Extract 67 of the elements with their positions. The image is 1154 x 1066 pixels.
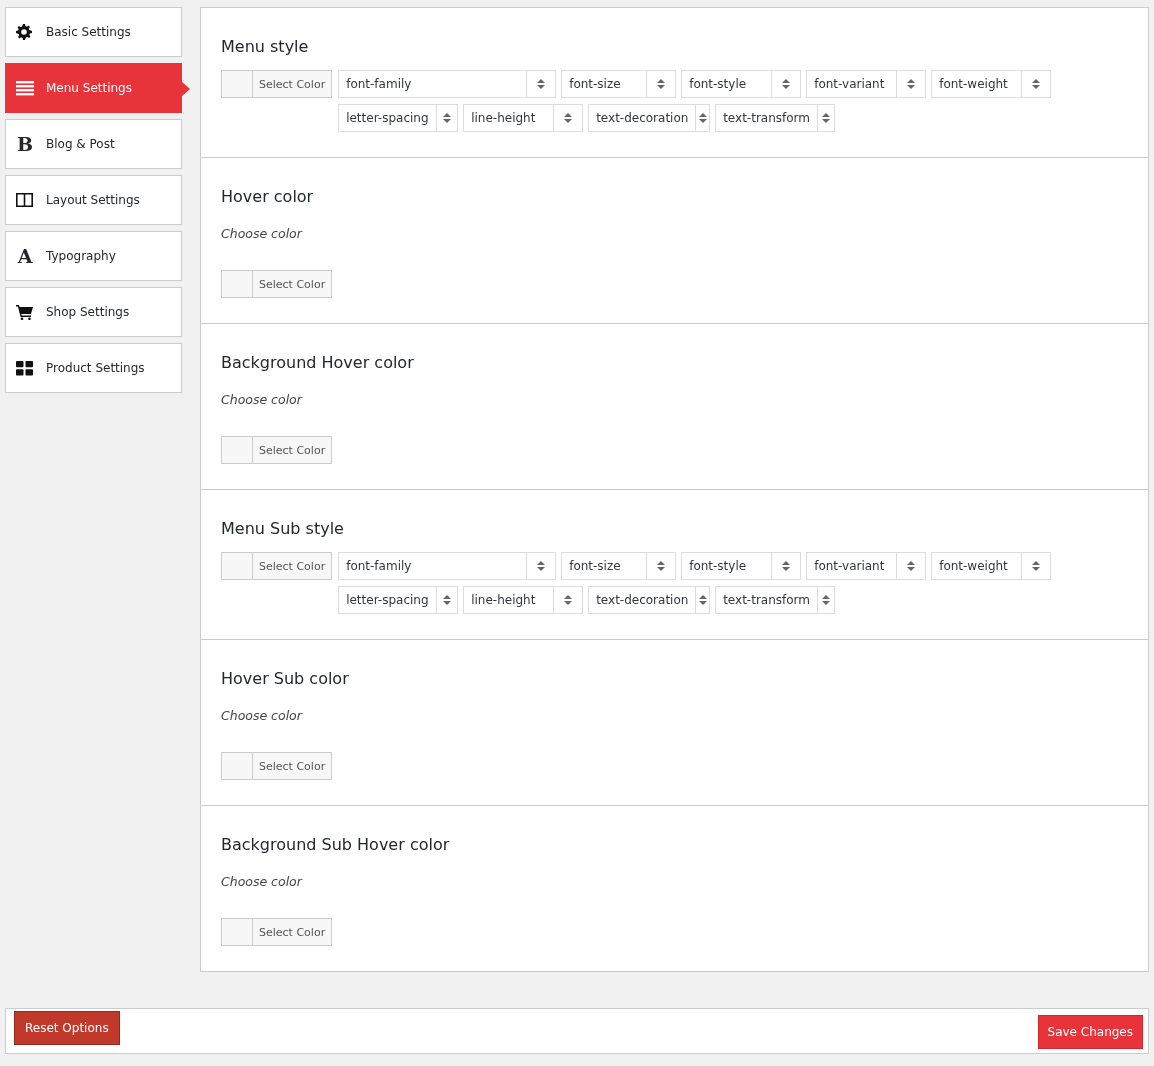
color-picker-button[interactable]: Select Color xyxy=(221,436,333,464)
sort-arrows-icon xyxy=(822,595,831,605)
cart-icon xyxy=(16,304,34,320)
dropdown[interactable]: font-style xyxy=(681,552,802,580)
section-title: Menu Sub style xyxy=(221,518,345,540)
color-picker-button[interactable]: Select Color xyxy=(221,70,333,98)
sort-arrows-icon xyxy=(537,79,546,89)
sidebar-item[interactable]: A Typography xyxy=(5,231,182,281)
sort-arrows-icon xyxy=(537,561,546,571)
dropdown[interactable]: font-family xyxy=(338,552,557,580)
color-picker-button[interactable]: Select Color xyxy=(221,270,333,298)
sort-arrows-icon xyxy=(1032,561,1041,571)
color-picker-button[interactable]: Select Color xyxy=(221,918,333,946)
sidebar-item[interactable]: Layout Settings xyxy=(5,175,182,225)
sort-arrows-icon xyxy=(1032,79,1041,89)
sort-arrows-icon xyxy=(442,595,451,605)
dropdown[interactable]: font-weight xyxy=(931,552,1052,580)
reset-options-button[interactable]: Reset Options xyxy=(14,1011,120,1045)
dropdown[interactable]: font-family xyxy=(338,70,557,98)
dropdown[interactable]: text-transform xyxy=(715,586,836,614)
letter-icon: A xyxy=(16,246,34,266)
save-changes-button[interactable]: Save Changes xyxy=(1037,1015,1143,1049)
dropdown[interactable]: line-height xyxy=(463,104,584,132)
sort-arrows-icon xyxy=(907,79,916,89)
dropdown[interactable]: font-style xyxy=(681,70,802,98)
description-text: Choose color xyxy=(221,708,304,723)
dropdown[interactable]: text-transform xyxy=(715,104,836,132)
dropdown[interactable]: font-size xyxy=(561,552,677,580)
dropdown[interactable]: text-decoration xyxy=(588,104,711,132)
sort-arrows-icon xyxy=(698,595,707,605)
description-text: Choose color xyxy=(221,392,304,407)
section-title: Hover color xyxy=(221,186,315,208)
dropdown[interactable]: line-height xyxy=(463,586,584,614)
dropdown[interactable]: letter-spacing xyxy=(338,104,459,132)
section-title: Menu style xyxy=(221,36,310,58)
color-picker-button[interactable]: Select Color xyxy=(221,552,333,580)
sort-arrows-icon xyxy=(698,113,707,123)
sort-arrows-icon xyxy=(564,113,573,123)
sidebar-item[interactable]: B Blog & Post xyxy=(5,119,182,169)
sort-arrows-icon xyxy=(442,113,451,123)
sort-arrows-icon xyxy=(782,79,791,89)
columns-icon xyxy=(16,192,34,208)
sort-arrows-icon xyxy=(822,113,831,123)
section-title: Background Hover color xyxy=(221,352,415,374)
description-text: Choose color xyxy=(221,226,304,241)
sort-arrows-icon xyxy=(782,561,791,571)
section-title: Hover Sub color xyxy=(221,668,350,690)
sidebar-item[interactable]: Product Settings xyxy=(5,343,182,393)
sidebar-item[interactable]: Basic Settings xyxy=(5,7,182,57)
settings-icon xyxy=(16,24,34,40)
dropdown[interactable]: font-weight xyxy=(931,70,1052,98)
dropdown[interactable]: font-variant xyxy=(806,70,927,98)
sort-arrows-icon xyxy=(907,561,916,571)
sort-arrows-icon xyxy=(657,79,666,89)
sort-arrows-icon xyxy=(564,595,573,605)
sidebar-item[interactable]: Shop Settings xyxy=(5,287,182,337)
dropdown[interactable]: text-decoration xyxy=(588,586,711,614)
section-title: Background Sub Hover color xyxy=(221,834,451,856)
sort-arrows-icon xyxy=(657,561,666,571)
menu-icon xyxy=(16,80,34,96)
letter-icon: B xyxy=(16,134,34,154)
description-text: Choose color xyxy=(221,874,304,889)
dropdown[interactable]: letter-spacing xyxy=(338,586,459,614)
dropdown[interactable]: font-size xyxy=(561,70,677,98)
color-picker-button[interactable]: Select Color xyxy=(221,752,333,780)
grid-icon xyxy=(16,360,34,376)
dropdown[interactable]: font-variant xyxy=(806,552,927,580)
